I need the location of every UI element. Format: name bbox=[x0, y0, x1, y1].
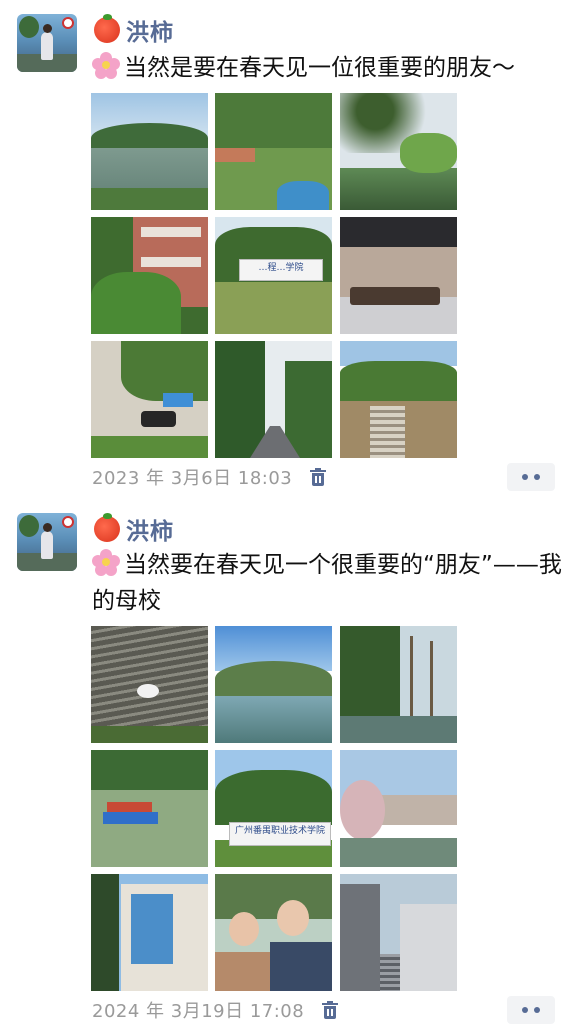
post-caption: 当然是要在春天见一位很重要的朋友～ bbox=[92, 50, 562, 86]
caption-text: 当然要在春天见一个很重要的“朋友”——我的母校 bbox=[92, 552, 562, 614]
photo-school-sign[interactable]: 广州番禺职业技术学院 bbox=[215, 750, 332, 867]
dot-icon bbox=[534, 474, 540, 480]
photo-grid: …程…学院 bbox=[91, 93, 457, 459]
photo-hillside-stairs[interactable] bbox=[340, 341, 457, 458]
photo-swan-water[interactable] bbox=[91, 626, 208, 743]
photo-couple-selfie[interactable] bbox=[215, 874, 332, 991]
more-actions-button[interactable] bbox=[507, 996, 555, 1024]
photo-trees-lake[interactable] bbox=[340, 626, 457, 743]
delete-icon[interactable] bbox=[310, 468, 327, 486]
delete-icon[interactable] bbox=[322, 1001, 339, 1019]
photo-lake-mountains[interactable] bbox=[215, 626, 332, 743]
avatar[interactable] bbox=[17, 513, 77, 571]
author-name[interactable]: 洪柿 bbox=[126, 512, 174, 546]
photo-street-shops[interactable] bbox=[91, 341, 208, 458]
more-actions-button[interactable] bbox=[507, 463, 555, 491]
photo-brick-building[interactable] bbox=[91, 217, 208, 334]
post-caption: 当然要在春天见一个很重要的“朋友”——我的母校 bbox=[92, 547, 562, 619]
photo-glass-building[interactable] bbox=[91, 874, 208, 991]
avatar[interactable] bbox=[17, 14, 77, 72]
photo-branches-lake[interactable] bbox=[340, 93, 457, 210]
post-timestamp: 2023 年 3月6日 18:03 bbox=[92, 468, 293, 489]
author-name[interactable]: 洪柿 bbox=[126, 13, 174, 47]
tomato-emoji-icon bbox=[94, 513, 120, 542]
photo-campus-lawn[interactable] bbox=[215, 93, 332, 210]
photo-lake-hills[interactable] bbox=[91, 93, 208, 210]
post-meta: 2024 年 3月19日 17:08 bbox=[92, 996, 339, 1024]
post-timestamp: 2024 年 3月19日 17:08 bbox=[92, 1001, 305, 1022]
sign-text: 广州番禺职业技术学院 bbox=[229, 822, 331, 846]
dot-icon bbox=[534, 1007, 540, 1013]
cherry-blossom-emoji-icon bbox=[92, 549, 120, 577]
sign-text: …程…学院 bbox=[239, 259, 323, 281]
author-row: 洪柿 bbox=[94, 14, 174, 46]
dot-icon bbox=[522, 474, 528, 480]
photo-lake-blossoms[interactable] bbox=[340, 750, 457, 867]
photo-college-sign[interactable]: …程…学院 bbox=[215, 217, 332, 334]
photo-grey-building[interactable] bbox=[340, 874, 457, 991]
post-meta: 2023 年 3月6日 18:03 bbox=[92, 463, 327, 491]
caption-text: 当然是要在春天见一位很重要的朋友～ bbox=[124, 55, 515, 81]
tomato-emoji-icon bbox=[94, 14, 120, 43]
photo-grid: 广州番禺职业技术学院 bbox=[91, 626, 457, 992]
photo-tree-lined-road[interactable] bbox=[215, 341, 332, 458]
cherry-blossom-emoji-icon bbox=[92, 52, 120, 80]
author-row: 洪柿 bbox=[94, 513, 174, 545]
dot-icon bbox=[522, 1007, 528, 1013]
photo-cafe-interior[interactable] bbox=[340, 217, 457, 334]
photo-dragon-boat[interactable] bbox=[91, 750, 208, 867]
